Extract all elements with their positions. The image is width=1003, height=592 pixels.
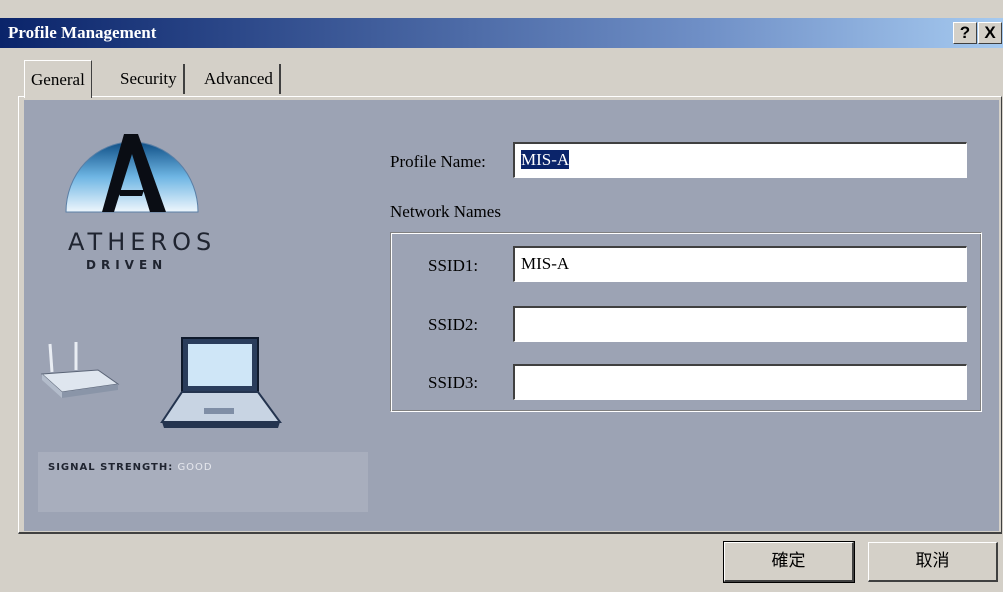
ssid1-label: SSID1:	[428, 256, 479, 275]
help-button[interactable]: ?	[953, 22, 977, 44]
ssid2-label: SSID2:	[428, 315, 479, 334]
ok-button[interactable]: 確定	[723, 541, 855, 583]
tab-security[interactable]: Security	[114, 64, 185, 94]
title-bar[interactable]: Profile Management ? X	[0, 18, 1003, 48]
brand-name: ATHEROS	[68, 228, 217, 256]
signal-panel	[38, 452, 368, 512]
tab-advanced[interactable]: Advanced	[198, 64, 281, 94]
profile-name-input[interactable]: MIS-A	[513, 142, 967, 178]
profile-name-label: Profile Name:	[390, 152, 486, 171]
ssid2-input[interactable]	[513, 306, 967, 342]
tab-general[interactable]: General	[24, 60, 92, 98]
ssid3-input[interactable]	[513, 364, 967, 400]
brand-tagline: DRIVEN	[86, 258, 168, 272]
network-names-label: Network Names	[390, 202, 501, 221]
atheros-logo-icon	[65, 134, 199, 213]
signal-strength: SIGNAL STRENGTH: GOOD	[48, 462, 213, 473]
close-button[interactable]: X	[978, 22, 1002, 44]
cancel-button[interactable]: 取消	[868, 542, 998, 582]
window-title: Profile Management	[8, 23, 157, 42]
profile-management-dialog: Profile Management ? X General Security …	[0, 0, 1003, 592]
ssid1-input[interactable]: MIS-A	[513, 246, 967, 282]
profile-name-selected-text: MIS-A	[521, 150, 570, 169]
router-icon	[40, 342, 120, 398]
signal-strength-label: SIGNAL STRENGTH:	[48, 462, 174, 473]
signal-strength-value: GOOD	[177, 462, 213, 473]
laptop-icon	[160, 337, 282, 428]
ssid3-label: SSID3:	[428, 373, 479, 392]
